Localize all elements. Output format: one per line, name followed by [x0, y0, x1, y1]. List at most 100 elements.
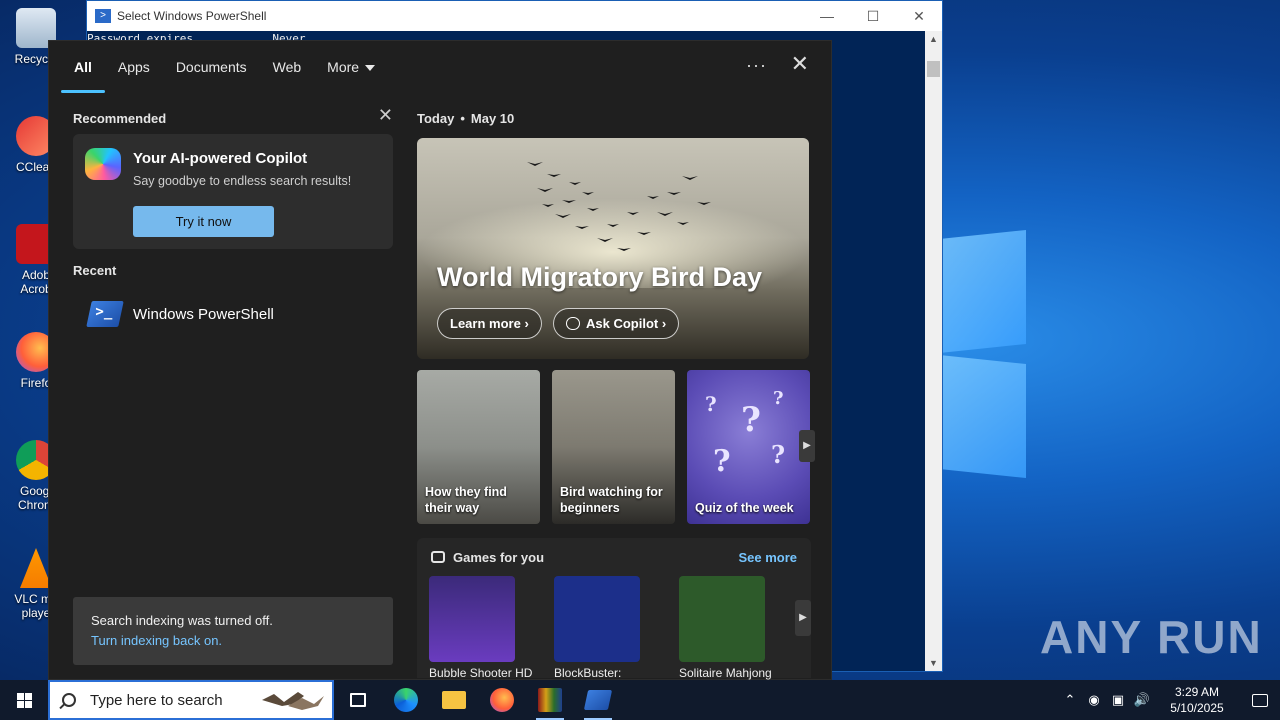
- system-tray: ⌃ ◉ ▣ 🔊 3:29 AM 5/10/2025: [1058, 680, 1280, 720]
- today-heading: Today • May 10: [417, 111, 811, 126]
- see-more-link[interactable]: See more: [738, 550, 797, 565]
- indexing-message: Search indexing was turned off.: [91, 613, 273, 628]
- network-icon[interactable]: ▣: [1106, 692, 1130, 708]
- chevron-right-icon[interactable]: ▶: [799, 430, 815, 462]
- taskbar-winrar[interactable]: [526, 680, 574, 720]
- anyrun-watermark: ANY RUN: [1040, 611, 1263, 663]
- question-mark-icon: ?: [773, 388, 784, 409]
- powershell-title: Select Windows PowerShell: [117, 9, 267, 23]
- taskbar-powershell[interactable]: [574, 680, 622, 720]
- chevron-up-icon[interactable]: ⌃: [1058, 692, 1082, 708]
- copilot-subtitle: Say goodbye to endless search results!: [133, 174, 352, 188]
- try-it-now-button[interactable]: Try it now: [133, 206, 274, 237]
- indexing-notice: Search indexing was turned off. Turn ind…: [73, 597, 393, 665]
- right-column: Today • May 10 World Migratory Bird Day Le…: [417, 111, 815, 680]
- task-view-icon: [350, 693, 366, 707]
- hero-title: World Migratory Bird Day: [437, 262, 763, 292]
- powershell-icon: [86, 301, 124, 327]
- meet-now-icon[interactable]: ◉: [1082, 692, 1106, 708]
- question-mark-icon: ?: [741, 400, 761, 440]
- game-label: BlockBuster:: [554, 666, 622, 680]
- desktop-icon-label: Firefo: [20, 376, 52, 390]
- powershell-titlebar[interactable]: > Select Windows PowerShell — ☐ ✕: [87, 1, 942, 31]
- copilot-title: Your AI-powered Copilot: [133, 150, 308, 167]
- story-card[interactable]: ? ? ? ? ? Quiz of the week: [687, 370, 810, 524]
- tab-web[interactable]: Web: [260, 41, 315, 93]
- recent-heading: Recent: [73, 263, 117, 278]
- maximize-icon[interactable]: ☐: [850, 8, 896, 25]
- tab-label: All: [74, 59, 92, 75]
- scrollbar-thumb[interactable]: [927, 61, 940, 77]
- game-controller-icon: [431, 551, 445, 563]
- turn-indexing-on-link[interactable]: Turn indexing back on.: [91, 633, 375, 648]
- copilot-logo-icon: [85, 148, 121, 180]
- start-button[interactable]: [0, 680, 48, 720]
- clock-time: 3:29 AM: [1174, 685, 1220, 699]
- tab-label: More: [327, 59, 360, 75]
- game-tile-bubble-shooter[interactable]: [429, 576, 515, 662]
- game-label: Bubble Shooter HD: [429, 666, 533, 680]
- recent-item-label: Windows PowerShell: [133, 305, 274, 323]
- recommended-heading: Recommended: [73, 111, 167, 126]
- chat-bubble-icon: [566, 317, 580, 330]
- notification-center-button[interactable]: [1240, 680, 1280, 720]
- taskbar-edge[interactable]: [382, 680, 430, 720]
- windows-start-icon: [25, 701, 32, 708]
- powershell-scrollbar[interactable]: ▲ ▼: [925, 31, 942, 671]
- taskbar: ⌃ ◉ ▣ 🔊 3:29 AM 5/10/2025: [0, 680, 1280, 720]
- left-column: Recommended ✕ Your AI-powered Copilot Sa…: [73, 105, 393, 336]
- story-card[interactable]: Bird watching for beginners: [552, 370, 675, 524]
- desktop-icon-label: Adob Acrob: [20, 268, 52, 296]
- scroll-down-icon[interactable]: ▼: [925, 658, 942, 668]
- windows-start-icon: [17, 693, 24, 700]
- ask-copilot-button[interactable]: Ask Copilot ›: [553, 308, 680, 339]
- recent-item-powershell[interactable]: Windows PowerShell: [73, 292, 393, 336]
- clock-date: 5/10/2025: [1170, 701, 1224, 715]
- birds-flock-icon: [527, 162, 711, 251]
- close-icon[interactable]: ✕: [896, 8, 942, 25]
- windows-logo-wallpaper: [930, 229, 1040, 485]
- tab-all[interactable]: All: [61, 41, 105, 93]
- firefox-icon: [490, 688, 514, 712]
- clock[interactable]: 3:29 AM 5/10/2025: [1162, 684, 1232, 716]
- notification-icon: [1252, 693, 1268, 707]
- chevron-right-icon[interactable]: ▶: [795, 600, 811, 636]
- volume-icon[interactable]: 🔊: [1130, 692, 1154, 708]
- tab-more[interactable]: More: [314, 41, 388, 93]
- taskbar-firefox[interactable]: [478, 680, 526, 720]
- today-date: May 10: [470, 111, 515, 126]
- story-card-label: How they find their way: [425, 485, 507, 515]
- hero-card[interactable]: World Migratory Bird Day Learn more › As…: [417, 138, 809, 359]
- taskbar-search-input[interactable]: [90, 691, 260, 709]
- copilot-card: Your AI-powered Copilot Say goodbye to e…: [73, 134, 393, 249]
- today-label: Today: [417, 111, 455, 126]
- question-mark-icon: ?: [705, 392, 717, 416]
- story-cards: How they find their way Bird watching fo…: [417, 370, 815, 524]
- tab-documents[interactable]: Documents: [163, 41, 260, 93]
- game-tile-blockbuster[interactable]: [554, 576, 640, 662]
- windows-start-icon: [25, 693, 32, 700]
- close-panel-icon[interactable]: ✕: [791, 51, 809, 77]
- task-view-button[interactable]: [334, 680, 382, 720]
- separator-dot: •: [460, 111, 465, 126]
- game-tile-mahjong[interactable]: [679, 576, 765, 662]
- edge-icon: [394, 688, 418, 712]
- powershell-icon: >: [95, 9, 111, 23]
- game-label: Solitaire Mahjong: [679, 666, 772, 680]
- scroll-up-icon[interactable]: ▲: [925, 34, 942, 44]
- more-options-icon[interactable]: ···: [746, 55, 767, 76]
- chevron-right-icon: ›: [661, 316, 667, 331]
- story-card-label: Quiz of the week: [695, 501, 794, 515]
- learn-more-button[interactable]: Learn more ›: [437, 308, 542, 339]
- tab-label: Web: [272, 59, 302, 75]
- minimize-icon[interactable]: —: [804, 8, 850, 25]
- birds-highlight-icon: [262, 692, 324, 710]
- taskbar-file-explorer[interactable]: [430, 680, 478, 720]
- dismiss-recommended-icon[interactable]: ✕: [378, 105, 393, 126]
- story-card[interactable]: How they find their way: [417, 370, 540, 524]
- taskbar-search-box[interactable]: [48, 680, 334, 720]
- search-tabs: All Apps Documents Web More: [49, 41, 831, 93]
- tab-apps[interactable]: Apps: [105, 41, 163, 93]
- ask-copilot-label: Ask Copilot: [586, 316, 659, 331]
- tab-label: Apps: [117, 59, 150, 75]
